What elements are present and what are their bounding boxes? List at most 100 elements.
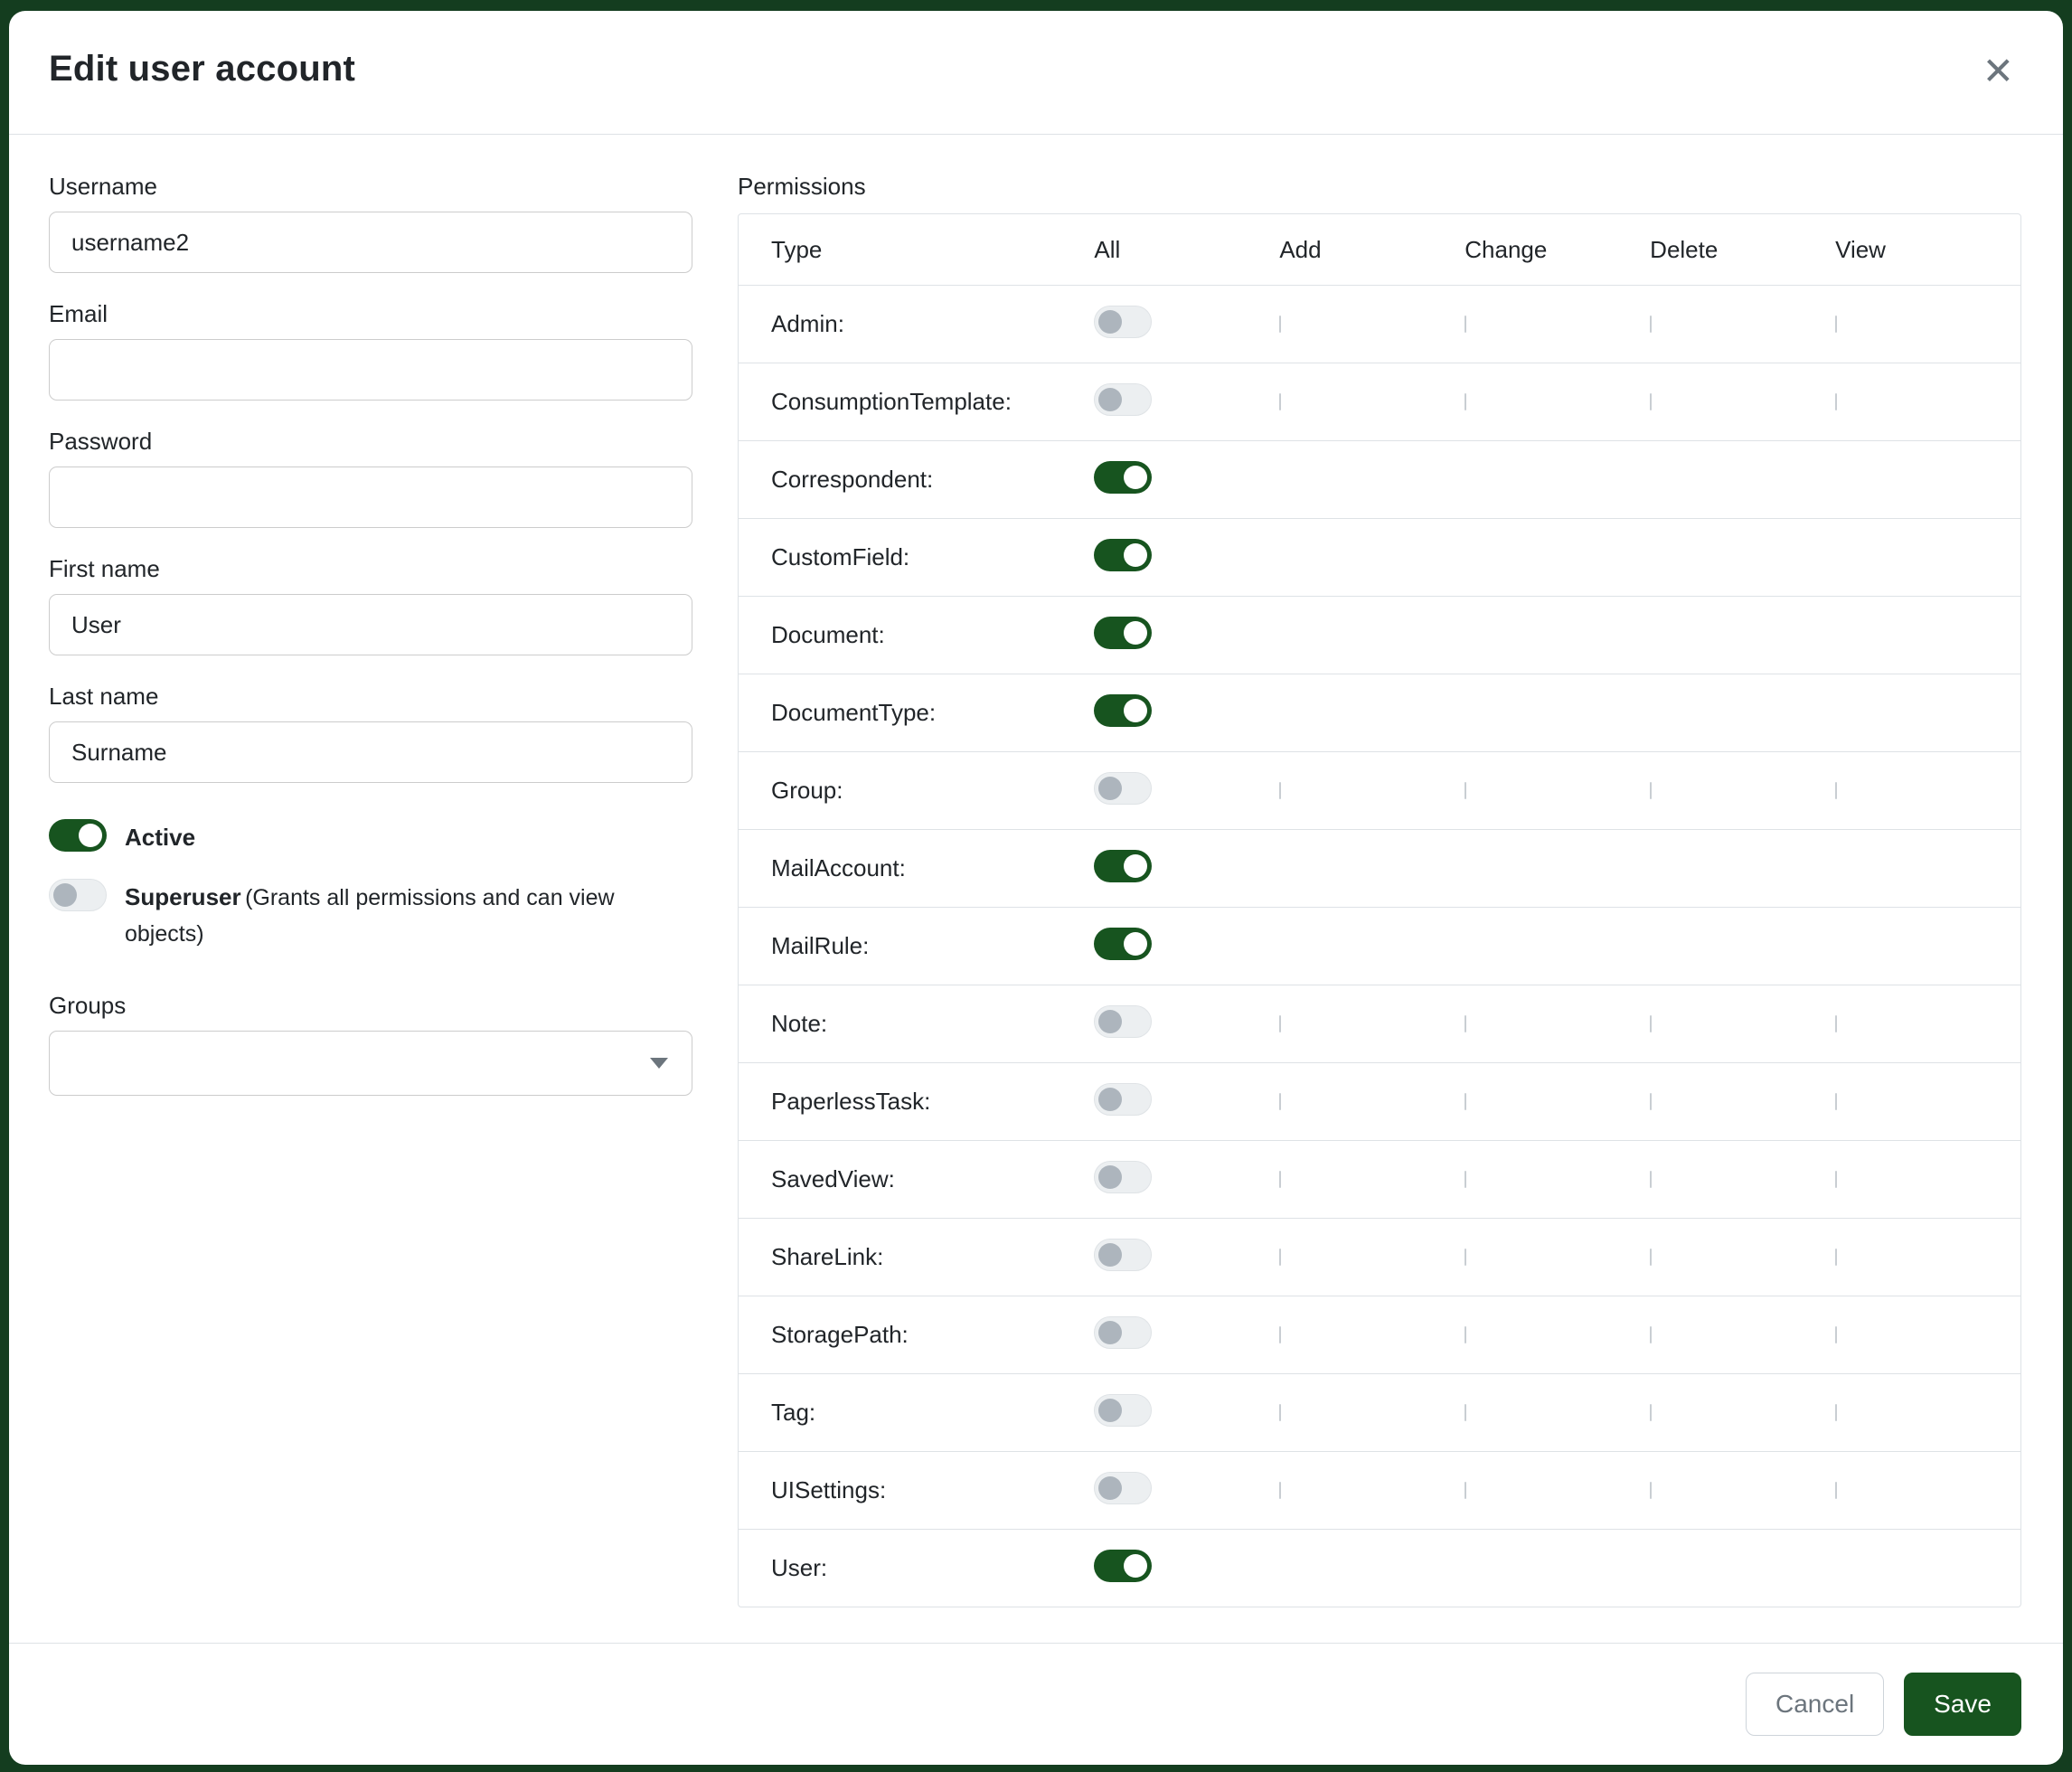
password-input[interactable]	[49, 467, 692, 528]
permission-view-checkbox[interactable]	[1835, 1093, 1837, 1110]
permission-delete-checkbox[interactable]	[1650, 1093, 1652, 1110]
modal-title: Edit user account	[49, 49, 355, 90]
permission-all-toggle[interactable]	[1094, 928, 1152, 960]
permission-row: ConsumptionTemplate:	[739, 363, 2020, 440]
permission-add-checkbox[interactable]	[1279, 1482, 1281, 1499]
permission-add-checkbox[interactable]	[1279, 393, 1281, 410]
permission-change-checkbox[interactable]	[1465, 1015, 1466, 1032]
permission-delete-checkbox[interactable]	[1650, 393, 1652, 410]
permission-add-checkbox[interactable]	[1279, 1249, 1281, 1266]
last-name-label: Last name	[49, 683, 692, 711]
permission-type-label: ShareLink:	[739, 1243, 1094, 1271]
superuser-label: Superuser	[125, 883, 241, 910]
permission-row: User:	[739, 1529, 2020, 1607]
first-name-label: First name	[49, 555, 692, 583]
permission-delete-checkbox[interactable]	[1650, 1326, 1652, 1343]
permission-view-checkbox[interactable]	[1835, 316, 1837, 333]
first-name-input[interactable]	[49, 594, 692, 655]
permissions-column-header: Change	[1465, 236, 1650, 264]
permission-change-checkbox[interactable]	[1465, 393, 1466, 410]
permission-delete-checkbox[interactable]	[1650, 1171, 1652, 1188]
permission-delete-checkbox[interactable]	[1650, 1482, 1652, 1499]
permission-delete-checkbox[interactable]	[1650, 1404, 1652, 1421]
permission-delete-checkbox[interactable]	[1650, 316, 1652, 333]
active-label: Active	[125, 819, 195, 855]
groups-select[interactable]	[49, 1031, 692, 1096]
save-button[interactable]: Save	[1904, 1673, 2021, 1736]
permission-all-toggle[interactable]	[1094, 1316, 1152, 1349]
permission-change-checkbox[interactable]	[1465, 1093, 1466, 1110]
permission-add-checkbox[interactable]	[1279, 1404, 1281, 1421]
permission-change-checkbox[interactable]	[1465, 316, 1466, 333]
permission-type-label: User:	[739, 1554, 1094, 1582]
permission-all-toggle[interactable]	[1094, 1394, 1152, 1427]
username-input[interactable]	[49, 212, 692, 273]
permission-view-checkbox[interactable]	[1835, 1015, 1837, 1032]
permission-type-label: Tag:	[739, 1399, 1094, 1427]
permission-row: StoragePath:	[739, 1296, 2020, 1373]
permission-all-toggle[interactable]	[1094, 1472, 1152, 1504]
permission-all-toggle[interactable]	[1094, 694, 1152, 727]
email-label: Email	[49, 300, 692, 328]
permission-all-toggle[interactable]	[1094, 617, 1152, 649]
permission-change-checkbox[interactable]	[1465, 782, 1466, 799]
permission-type-label: ConsumptionTemplate:	[739, 388, 1094, 416]
permission-all-toggle[interactable]	[1094, 772, 1152, 805]
permission-view-checkbox[interactable]	[1835, 1404, 1837, 1421]
permission-change-checkbox[interactable]	[1465, 1404, 1466, 1421]
permission-view-checkbox[interactable]	[1835, 1249, 1837, 1266]
permission-all-toggle[interactable]	[1094, 1161, 1152, 1193]
permission-all-toggle[interactable]	[1094, 1005, 1152, 1038]
email-input[interactable]	[49, 339, 692, 401]
permission-row: SavedView:	[739, 1140, 2020, 1218]
permission-add-checkbox[interactable]	[1279, 1326, 1281, 1343]
permission-add-checkbox[interactable]	[1279, 1093, 1281, 1110]
superuser-toggle[interactable]	[49, 879, 107, 911]
permission-delete-checkbox[interactable]	[1650, 1249, 1652, 1266]
permission-row: PaperlessTask:	[739, 1062, 2020, 1140]
active-toggle[interactable]	[49, 819, 107, 852]
permission-delete-checkbox[interactable]	[1650, 1015, 1652, 1032]
permission-row: Note:	[739, 985, 2020, 1062]
groups-label: Groups	[49, 992, 692, 1020]
permission-type-label: SavedView:	[739, 1165, 1094, 1193]
permission-type-label: Group:	[739, 777, 1094, 805]
permission-type-label: MailRule:	[739, 932, 1094, 960]
permission-view-checkbox[interactable]	[1835, 1482, 1837, 1499]
permission-row: Document:	[739, 596, 2020, 674]
permission-add-checkbox[interactable]	[1279, 782, 1281, 799]
permission-all-toggle[interactable]	[1094, 539, 1152, 571]
permission-all-toggle[interactable]	[1094, 1239, 1152, 1271]
permission-all-toggle[interactable]	[1094, 1083, 1152, 1116]
permission-all-toggle[interactable]	[1094, 306, 1152, 338]
permission-view-checkbox[interactable]	[1835, 1326, 1837, 1343]
last-name-input[interactable]	[49, 721, 692, 783]
permission-all-toggle[interactable]	[1094, 850, 1152, 882]
permission-all-toggle[interactable]	[1094, 383, 1152, 416]
permission-add-checkbox[interactable]	[1279, 1171, 1281, 1188]
permission-row: Admin:	[739, 285, 2020, 363]
permission-add-checkbox[interactable]	[1279, 1015, 1281, 1032]
permission-view-checkbox[interactable]	[1835, 782, 1837, 799]
modal-body: Username Email Password First name Last …	[9, 135, 2063, 1643]
permission-all-toggle[interactable]	[1094, 1550, 1152, 1582]
permission-view-checkbox[interactable]	[1835, 1171, 1837, 1188]
permission-type-label: Admin:	[739, 310, 1094, 338]
permissions-section: Permissions TypeAllAddChangeDeleteView A…	[738, 173, 2021, 1643]
username-label: Username	[49, 173, 692, 201]
cancel-button[interactable]: Cancel	[1746, 1673, 1884, 1736]
superuser-row: Superuser (Grants all permissions and ca…	[49, 879, 692, 952]
permission-delete-checkbox[interactable]	[1650, 782, 1652, 799]
permission-view-checkbox[interactable]	[1835, 393, 1837, 410]
modal-header: Edit user account ✕	[9, 11, 2063, 135]
permission-add-checkbox[interactable]	[1279, 316, 1281, 333]
permission-row: DocumentType:	[739, 674, 2020, 751]
active-row: Active	[49, 819, 692, 855]
close-icon[interactable]: ✕	[1975, 49, 2021, 94]
permission-all-toggle[interactable]	[1094, 461, 1152, 494]
permission-change-checkbox[interactable]	[1465, 1482, 1466, 1499]
permission-change-checkbox[interactable]	[1465, 1326, 1466, 1343]
permission-type-label: Document:	[739, 621, 1094, 649]
permission-change-checkbox[interactable]	[1465, 1171, 1466, 1188]
permission-change-checkbox[interactable]	[1465, 1249, 1466, 1266]
